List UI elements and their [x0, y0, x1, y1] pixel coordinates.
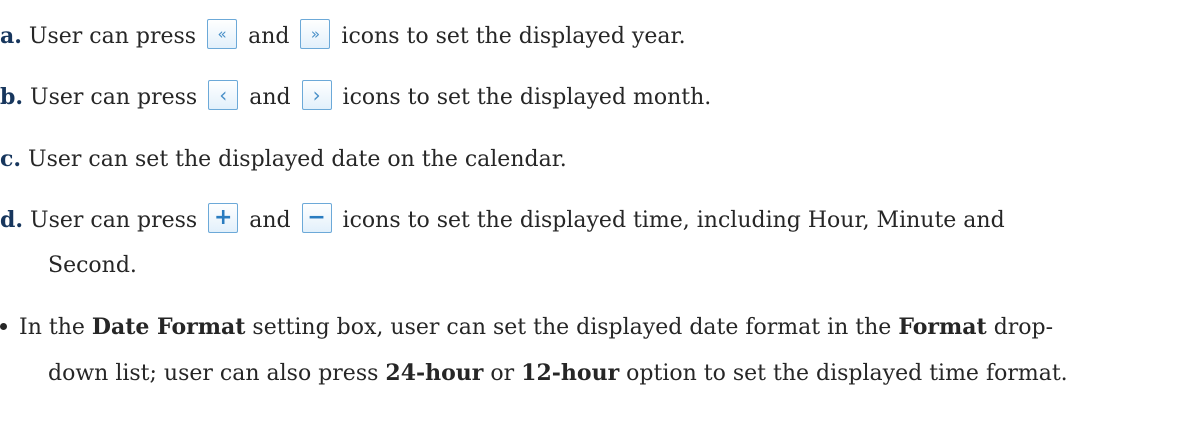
minus-icon: − — [307, 205, 326, 230]
item-d: d. User can press + and − icons to set t… — [0, 203, 1005, 237]
item-b-text-2: and — [242, 85, 298, 110]
bullet-item: In the Date Format setting box, user can… — [0, 311, 1053, 344]
plus-icon: + — [213, 205, 233, 230]
month-prev-icon: ‹ — [219, 83, 228, 107]
item-a-text-3: icons to set the displayed year. — [334, 24, 686, 49]
date-format-term: Date Format — [91, 314, 246, 340]
format-term: Format — [898, 314, 987, 340]
bullet-text-6: option to set the displayed time format. — [619, 361, 1068, 386]
item-d-marker: d. — [0, 207, 24, 233]
bullet-text-5: or — [483, 361, 522, 386]
month-next-button: › — [301, 80, 332, 110]
item-a-text-1: User can press — [21, 24, 204, 49]
item-d-text-4: Second. — [48, 253, 137, 278]
item-c-marker: c. — [0, 146, 22, 172]
document: a. User can press « and » icons to set t… — [0, 0, 1202, 428]
item-d-text-1: User can press — [23, 208, 205, 233]
24-hour-term: 24-hour — [385, 360, 484, 386]
bullet-text-3: drop- — [986, 315, 1054, 340]
bullet-text-4: down list; user can also press — [48, 361, 386, 386]
item-b-text-3: icons to set the displayed month. — [335, 85, 712, 110]
item-d-continuation: Second. — [48, 250, 137, 282]
item-c-text-1: User can set the displayed date on the c… — [21, 147, 567, 172]
bullet-text-2: setting box, user can set the displayed … — [245, 315, 899, 340]
item-b-text-1: User can press — [23, 85, 205, 110]
minus-button: − — [301, 203, 332, 233]
item-d-text-2: and — [242, 208, 298, 233]
bullet-item-continuation: down list; user can also press 24-hour o… — [48, 357, 1068, 390]
item-a-text-2: and — [241, 24, 297, 49]
year-next-icon: » — [310, 24, 321, 43]
12-hour-term: 12-hour — [521, 360, 620, 386]
item-c: c. User can set the displayed date on th… — [0, 143, 567, 176]
year-prev-button: « — [207, 19, 238, 49]
month-next-icon: › — [312, 83, 321, 107]
month-prev-button: ‹ — [208, 80, 239, 110]
item-b-marker: b. — [0, 84, 24, 110]
bullet-icon — [0, 322, 7, 330]
plus-button: + — [208, 203, 239, 233]
item-d-text-3: icons to set the displayed time, includi… — [335, 208, 1005, 233]
bullet-text-1: In the — [19, 315, 92, 340]
year-next-button: » — [300, 19, 331, 49]
item-a: a. User can press « and » icons to set t… — [0, 19, 686, 53]
item-a-marker: a. — [0, 23, 22, 49]
year-prev-icon: « — [217, 24, 227, 43]
item-b: b. User can press ‹ and › icons to set t… — [0, 80, 712, 114]
